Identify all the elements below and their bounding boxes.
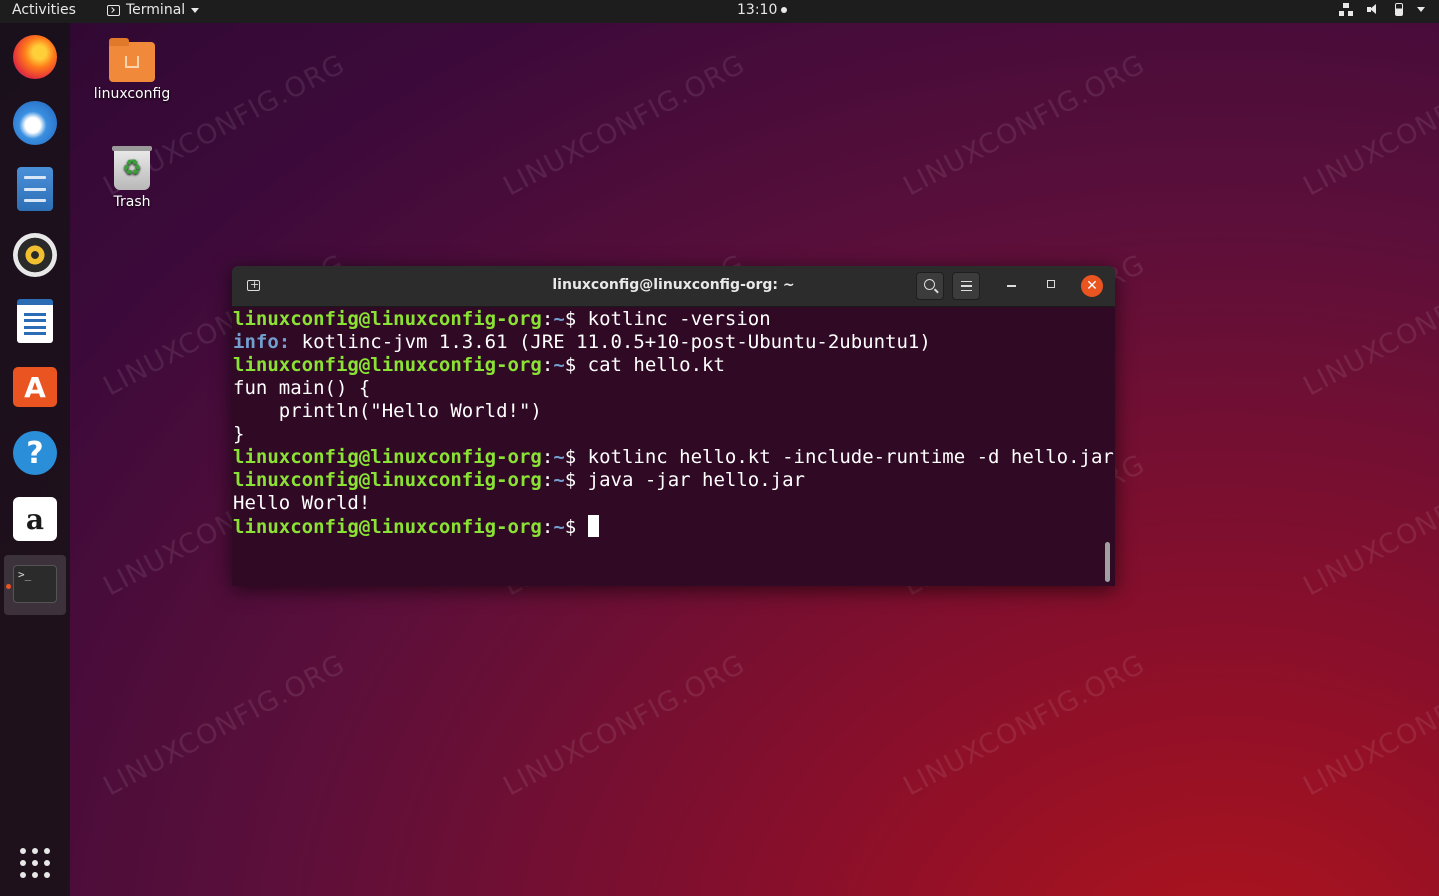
output-text: kotlinc-jvm 1.3.61 (JRE 11.0.5+10-post-U… bbox=[290, 331, 931, 353]
terminal-output[interactable]: linuxconfig@linuxconfig-org:~$ kotlinc -… bbox=[233, 307, 1114, 586]
activities-button[interactable]: Activities bbox=[12, 2, 76, 18]
terminal-line: linuxconfig@linuxconfig-org:~$ cat hello… bbox=[233, 354, 725, 376]
amazon-icon: a bbox=[13, 497, 57, 541]
watermark-text: LINUXCONFIG.ORG bbox=[98, 648, 351, 803]
dock-item-writer[interactable] bbox=[11, 297, 59, 345]
search-button[interactable] bbox=[916, 272, 944, 300]
network-icon bbox=[1339, 3, 1353, 16]
prompt-user: linuxconfig@linuxconfig-org bbox=[233, 469, 542, 491]
command-text: java -jar hello.jar bbox=[587, 469, 805, 491]
dock-item-rhythmbox[interactable] bbox=[11, 231, 59, 279]
dock-item-amazon[interactable]: a bbox=[11, 495, 59, 543]
info-label: info: bbox=[233, 331, 291, 353]
terminal-window[interactable]: linuxconfig@linuxconfig-org: ~ ✕ linuxco… bbox=[232, 266, 1115, 586]
dock-item-help[interactable]: ? bbox=[11, 429, 59, 477]
desktop-icon-label: Trash bbox=[113, 194, 151, 210]
prompt-user: linuxconfig@linuxconfig-org bbox=[233, 516, 542, 538]
desktop-icon-label: linuxconfig bbox=[93, 86, 171, 102]
software-icon: A bbox=[13, 367, 57, 407]
terminal-line: println("Hello World!") bbox=[233, 400, 1103, 423]
prompt-user: linuxconfig@linuxconfig-org bbox=[233, 354, 542, 376]
text-cursor bbox=[587, 515, 599, 537]
desktop-trash[interactable]: ♻ Trash bbox=[87, 146, 177, 210]
terminal-line: linuxconfig@linuxconfig-org:~$ java -jar… bbox=[233, 469, 805, 491]
clock-label: 13:10 bbox=[737, 2, 778, 18]
chevron-down-icon bbox=[1417, 7, 1425, 12]
writer-icon bbox=[17, 299, 53, 343]
clock[interactable]: 13:10 bbox=[737, 2, 788, 18]
watermark-text: LINUXCONFIG.ORG bbox=[1298, 648, 1439, 803]
prompt-path: ~ bbox=[553, 308, 565, 330]
maximize-button[interactable] bbox=[1047, 280, 1055, 288]
command-text: kotlinc -version bbox=[587, 308, 771, 330]
minimize-button[interactable] bbox=[1007, 285, 1016, 287]
chevron-down-icon bbox=[191, 7, 200, 13]
trash-icon: ♻ bbox=[112, 146, 152, 190]
rhythmbox-icon bbox=[13, 233, 57, 277]
window-title: linuxconfig@linuxconfig-org: ~ bbox=[552, 277, 795, 293]
close-button[interactable]: ✕ bbox=[1081, 275, 1103, 297]
watermark-text: LINUXCONFIG.ORG bbox=[1298, 448, 1439, 603]
terminal-icon bbox=[107, 4, 120, 16]
folder-home-icon bbox=[109, 38, 155, 82]
prompt-path: ~ bbox=[553, 446, 565, 468]
terminal-line: } bbox=[233, 423, 1103, 446]
output-text: fun main() { bbox=[233, 377, 371, 399]
terminal-line: linuxconfig@linuxconfig-org:~$ kotlinc h… bbox=[233, 446, 1114, 468]
dock-item-software[interactable]: A bbox=[11, 363, 59, 411]
scrollbar[interactable] bbox=[1105, 542, 1110, 582]
files-icon bbox=[17, 167, 53, 211]
window-titlebar[interactable]: linuxconfig@linuxconfig-org: ~ ✕ bbox=[232, 266, 1115, 307]
terminal-line: linuxconfig@linuxconfig-org:~$ bbox=[233, 515, 1103, 538]
command-text: kotlinc hello.kt -include-runtime -d hel… bbox=[587, 446, 1114, 468]
terminal-line: info: kotlinc-jvm 1.3.61 (JRE 11.0.5+10-… bbox=[233, 331, 1103, 354]
prompt-path: ~ bbox=[553, 354, 565, 376]
watermark-text: LINUXCONFIG.ORG bbox=[498, 648, 751, 803]
battery-icon bbox=[1395, 3, 1403, 16]
output-text: Hello World! bbox=[233, 492, 371, 514]
menu-button[interactable] bbox=[952, 272, 980, 300]
watermark-text: LINUXCONFIG.ORG bbox=[898, 48, 1151, 203]
dock-item-files[interactable] bbox=[11, 165, 59, 213]
watermark-text: LINUXCONFIG.ORG bbox=[498, 48, 751, 203]
top-bar: Activities Terminal 13:10 bbox=[0, 0, 1439, 23]
running-indicator bbox=[6, 584, 11, 589]
prompt-path: ~ bbox=[553, 469, 565, 491]
watermark-text: LINUXCONFIG.ORG bbox=[1298, 248, 1439, 403]
dock-item-terminal[interactable]: >_ bbox=[4, 555, 66, 615]
output-text: println("Hello World!") bbox=[233, 400, 542, 422]
desktop-home-folder[interactable]: linuxconfig bbox=[87, 38, 177, 102]
app-menu-label: Terminal bbox=[126, 2, 186, 18]
notification-dot-icon bbox=[781, 7, 788, 13]
dock-item-firefox[interactable] bbox=[11, 33, 59, 81]
volume-icon bbox=[1367, 3, 1381, 16]
command-text: cat hello.kt bbox=[587, 354, 725, 376]
firefox-icon bbox=[13, 35, 57, 79]
watermark-text: LINUXCONFIG.ORG bbox=[1298, 48, 1439, 203]
dock: A ? a >_ bbox=[0, 23, 70, 896]
prompt-user: linuxconfig@linuxconfig-org bbox=[233, 446, 542, 468]
terminal-line: fun main() { bbox=[233, 377, 1103, 400]
terminal-icon: >_ bbox=[13, 565, 57, 603]
watermark-text: LINUXCONFIG.ORG bbox=[898, 648, 1151, 803]
help-icon: ? bbox=[13, 431, 57, 475]
terminal-line: Hello World! bbox=[233, 492, 1103, 515]
dock-item-thunderbird[interactable] bbox=[11, 99, 59, 147]
system-tray[interactable] bbox=[1339, 3, 1425, 16]
output-text: } bbox=[233, 423, 245, 445]
show-applications-icon[interactable] bbox=[20, 848, 50, 878]
prompt-user: linuxconfig@linuxconfig-org bbox=[233, 308, 542, 330]
terminal-line: linuxconfig@linuxconfig-org:~$ kotlinc -… bbox=[233, 308, 771, 330]
thunderbird-icon bbox=[13, 101, 57, 145]
app-menu[interactable]: Terminal bbox=[107, 2, 200, 18]
prompt-path: ~ bbox=[553, 516, 565, 538]
